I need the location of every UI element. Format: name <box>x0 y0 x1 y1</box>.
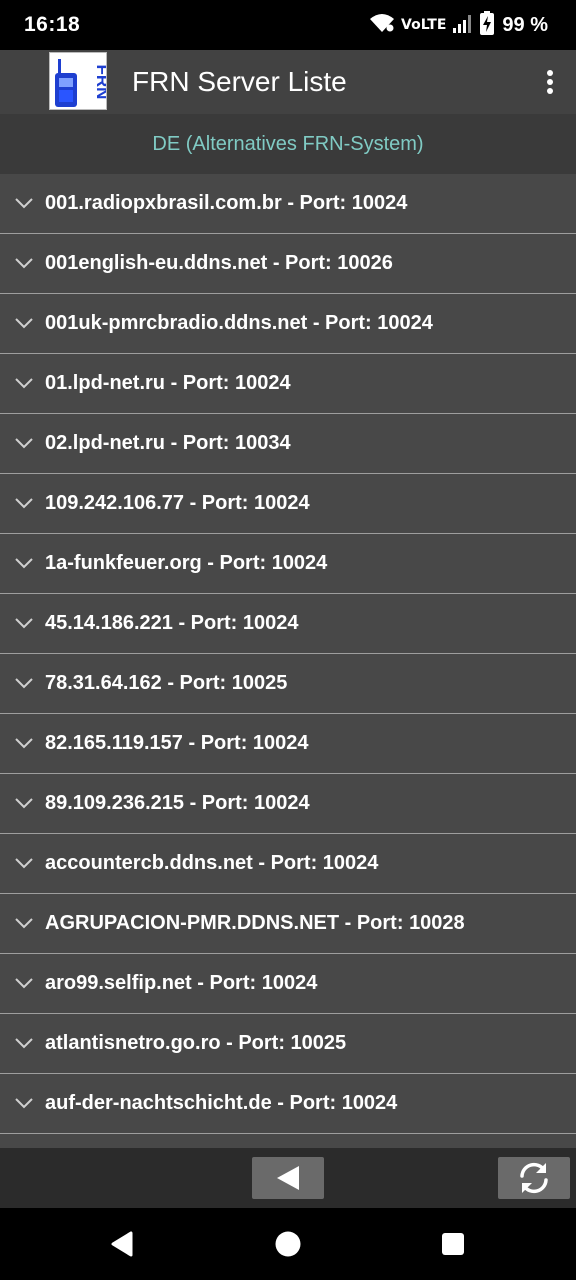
server-list-item[interactable] <box>0 1134 576 1148</box>
chevron-down-icon <box>15 318 33 329</box>
chevron-down-icon <box>15 618 33 629</box>
server-list-item[interactable]: atlantisnetro.go.ro - Port: 10025 <box>0 1014 576 1074</box>
server-label: 45.14.186.221 - Port: 10024 <box>45 612 299 634</box>
volte-label: VoLTE <box>401 17 447 33</box>
system-nav-bar <box>0 1208 576 1280</box>
server-list-item[interactable]: 01.lpd-net.ru - Port: 10024 <box>0 354 576 414</box>
signal-icon <box>452 12 474 39</box>
chevron-down-icon <box>15 978 33 989</box>
server-label: atlantisnetro.go.ro - Port: 10025 <box>45 1032 347 1054</box>
chevron-down-icon <box>15 498 33 509</box>
server-label: 02.lpd-net.ru - Port: 10034 <box>45 432 291 454</box>
server-label: 78.31.64.162 - Port: 10025 <box>45 672 288 694</box>
server-label: 001.radiopxbrasil.com.br - Port: 10024 <box>45 192 408 214</box>
server-list-item[interactable]: AGRUPACION-PMR.DDNS.NET - Port: 10028 <box>0 894 576 954</box>
nav-back-icon <box>111 1231 133 1257</box>
chevron-down-icon <box>15 798 33 809</box>
back-button[interactable] <box>252 1157 324 1199</box>
back-triangle-icon <box>277 1166 299 1190</box>
nav-home-button[interactable] <box>268 1224 308 1264</box>
chevron-down-icon <box>15 678 33 689</box>
battery-percent: 99 % <box>502 13 548 36</box>
chevron-down-icon <box>15 858 33 869</box>
server-list-item[interactable]: 001.radiopxbrasil.com.br - Port: 10024 <box>0 174 576 234</box>
server-list-item[interactable]: 89.109.236.215 - Port: 10024 <box>0 774 576 834</box>
server-list-item[interactable]: 45.14.186.221 - Port: 10024 <box>0 594 576 654</box>
server-label: accountercb.ddns.net - Port: 10024 <box>45 852 379 874</box>
chevron-down-icon <box>15 558 33 569</box>
server-label: aro99.selfip.net - Port: 10024 <box>45 972 318 994</box>
server-list-item[interactable]: 1a-funkfeuer.org - Port: 10024 <box>0 534 576 594</box>
nav-home-icon <box>275 1231 301 1257</box>
app-logo: FRN <box>49 52 107 110</box>
server-label: 001english-eu.ddns.net - Port: 10026 <box>45 252 393 274</box>
status-icons: VoLTE 99 % <box>369 10 548 40</box>
server-label: 01.lpd-net.ru - Port: 10024 <box>45 372 291 394</box>
app-title: FRN Server Liste <box>132 66 347 97</box>
chevron-down-icon <box>15 378 33 389</box>
bottom-toolbar <box>0 1148 576 1208</box>
refresh-button[interactable] <box>498 1157 570 1199</box>
server-list-item[interactable]: 78.31.64.162 - Port: 10025 <box>0 654 576 714</box>
category-header[interactable]: DE (Alternatives FRN-System) <box>0 114 576 174</box>
chevron-down-icon <box>15 258 33 269</box>
server-label: 1a-funkfeuer.org - Port: 10024 <box>45 552 328 574</box>
server-label: AGRUPACION-PMR.DDNS.NET - Port: 10028 <box>45 912 465 934</box>
server-label: auf-der-nachtschicht.de - Port: 10024 <box>45 1092 398 1114</box>
wifi-icon <box>369 12 395 39</box>
chevron-down-icon <box>15 1038 33 1049</box>
refresh-icon <box>520 1162 548 1194</box>
server-label: 109.242.106.77 - Port: 10024 <box>45 492 310 514</box>
server-list-item[interactable]: 02.lpd-net.ru - Port: 10034 <box>0 414 576 474</box>
battery-charging-icon <box>480 10 495 40</box>
chevron-down-icon <box>15 198 33 209</box>
server-label: 89.109.236.215 - Port: 10024 <box>45 792 310 814</box>
server-list-item[interactable]: auf-der-nachtschicht.de - Port: 10024 <box>0 1074 576 1134</box>
more-vert-icon[interactable] <box>542 66 558 98</box>
chevron-down-icon <box>15 438 33 449</box>
svg-text:FRN: FRN <box>93 65 107 100</box>
chevron-down-icon <box>15 1098 33 1109</box>
status-time: 16:18 <box>24 13 81 36</box>
server-list-item[interactable]: 82.165.119.157 - Port: 10024 <box>0 714 576 774</box>
server-list[interactable]: 001.radiopxbrasil.com.br - Port: 10024 00… <box>0 174 576 1148</box>
status-bar: 16:18 VoLTE 99 % <box>0 0 576 50</box>
server-list-item[interactable]: 001uk-pmrcbradio.ddns.net - Port: 10024 <box>0 294 576 354</box>
nav-recents-icon <box>442 1233 464 1255</box>
chevron-down-icon <box>15 918 33 929</box>
server-list-item[interactable]: aro99.selfip.net - Port: 10024 <box>0 954 576 1014</box>
server-label: 82.165.119.157 - Port: 10024 <box>45 732 309 754</box>
chevron-down-icon <box>15 738 33 749</box>
server-list-item[interactable]: 001english-eu.ddns.net - Port: 10026 <box>0 234 576 294</box>
app-bar: FRN FRN Server Liste <box>0 50 576 114</box>
nav-back-button[interactable] <box>102 1224 142 1264</box>
server-list-item[interactable]: accountercb.ddns.net - Port: 10024 <box>0 834 576 894</box>
nav-recents-button[interactable] <box>433 1224 473 1264</box>
server-list-item[interactable]: 109.242.106.77 - Port: 10024 <box>0 474 576 534</box>
server-label: 001uk-pmrcbradio.ddns.net - Port: 10024 <box>45 312 433 334</box>
